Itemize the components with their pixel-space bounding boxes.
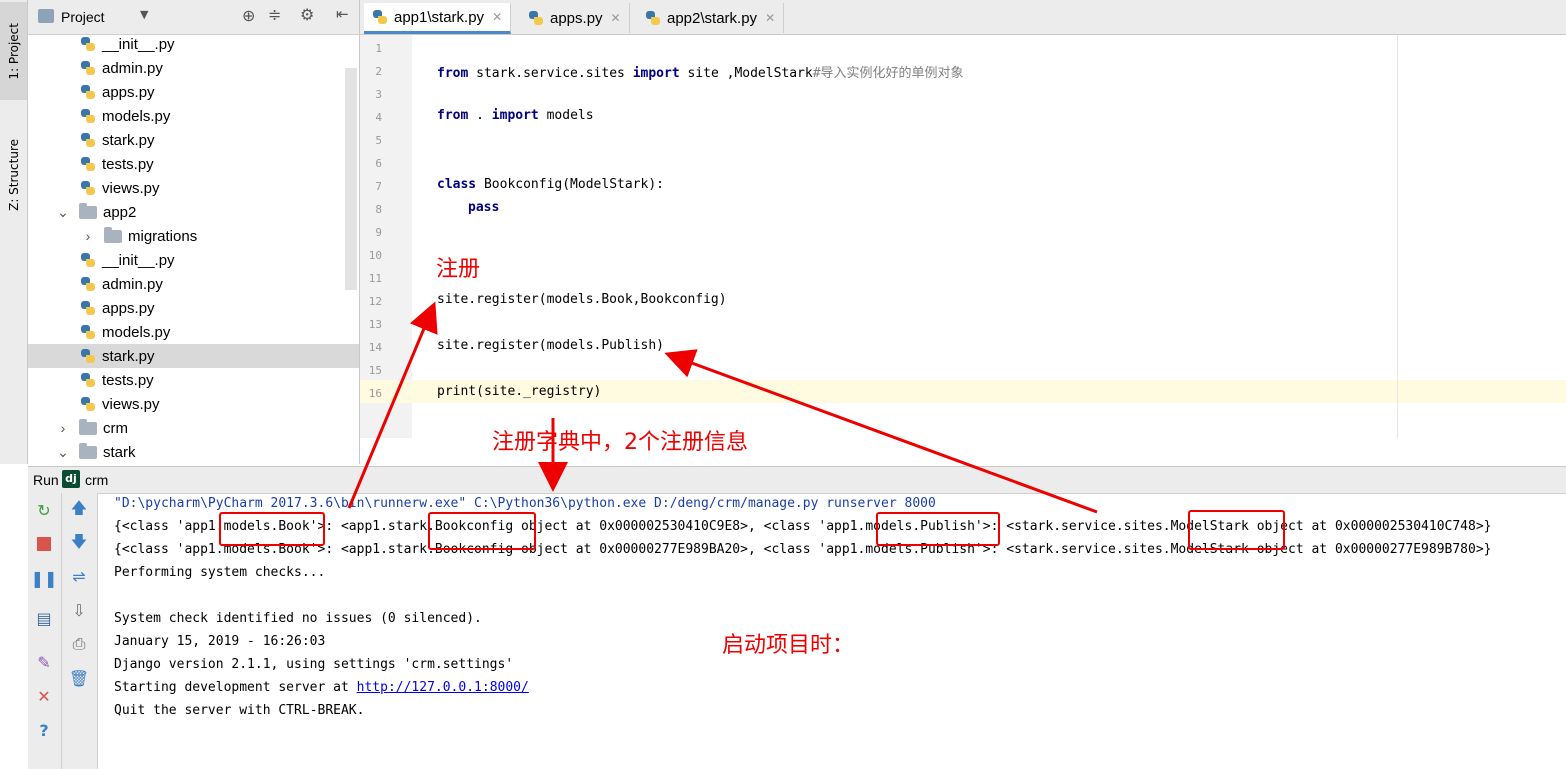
arrow-to-register-book — [347, 301, 438, 509]
arrow-to-register-publish — [664, 349, 1098, 514]
annotation-arrows — [347, 301, 1098, 514]
